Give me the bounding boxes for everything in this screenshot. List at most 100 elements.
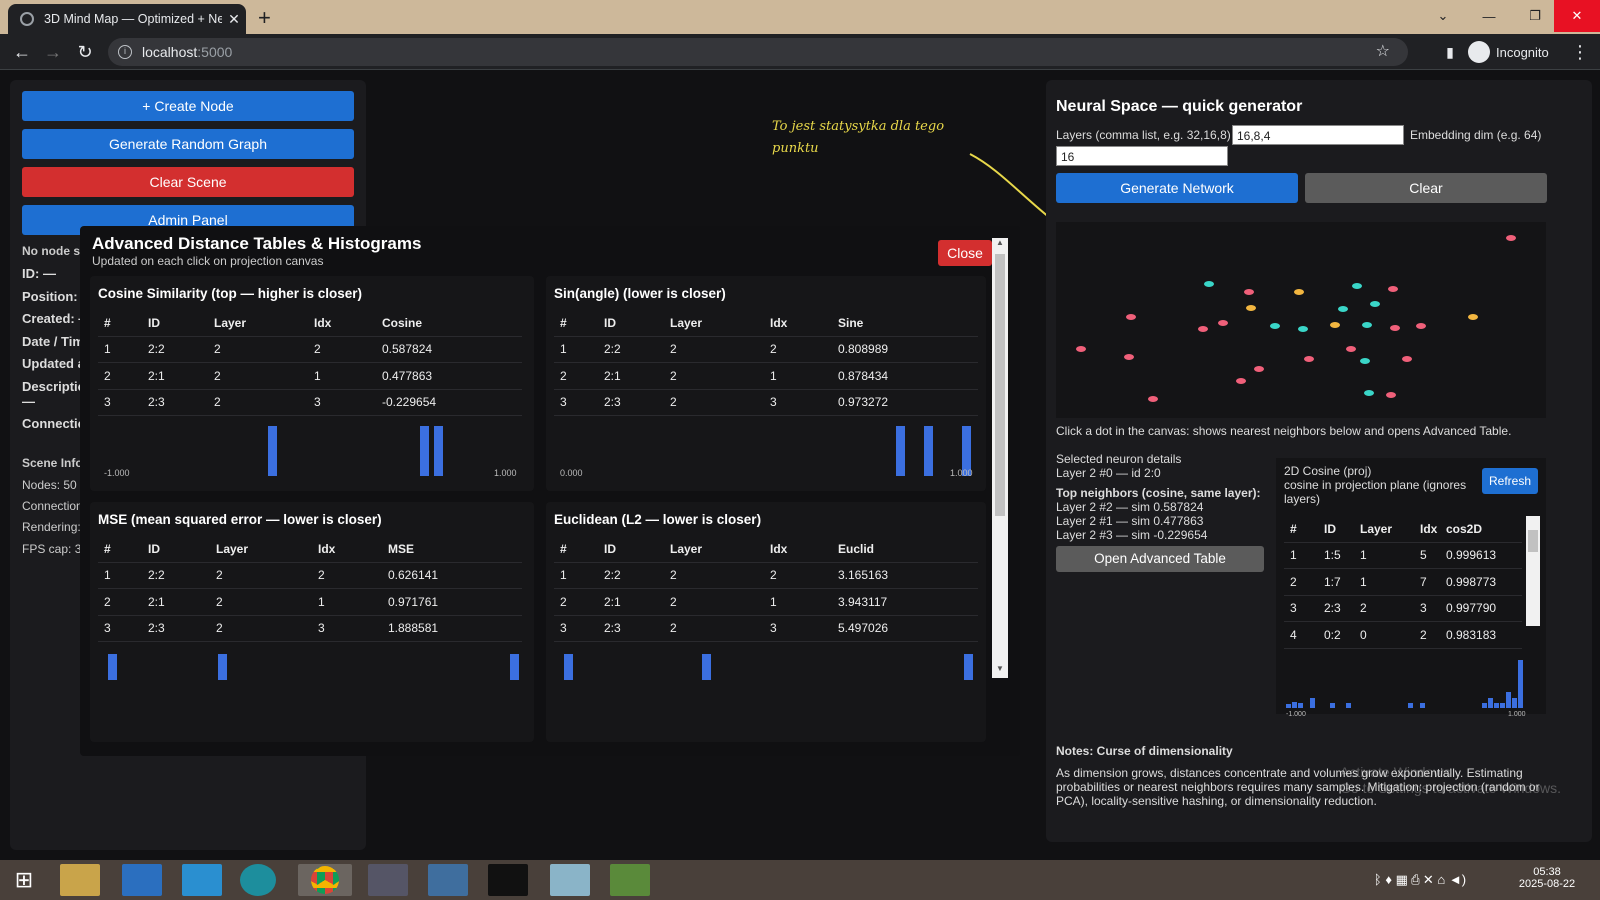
- new-tab-icon[interactable]: +: [258, 5, 271, 31]
- start-icon[interactable]: ⊞: [4, 864, 44, 896]
- search-app-icon[interactable]: [182, 864, 222, 896]
- table-row[interactable]: 2 1:7 1 7 0.998773: [1284, 568, 1522, 596]
- address-bar[interactable]: i localhost:5000 ☆: [108, 38, 1408, 66]
- side-panel-icon[interactable]: ▮: [1438, 40, 1462, 64]
- hist-bar: [564, 654, 573, 680]
- table-row[interactable]: 3 2:3 2 3 0.997790: [1284, 595, 1522, 622]
- table-row[interactable]: 3 2:3 2 3 1.888581: [98, 615, 522, 642]
- table-row[interactable]: 3 2:3 2 3 -0.229654: [98, 389, 522, 416]
- generate-network-button[interactable]: Generate Network: [1056, 173, 1298, 203]
- table-row[interactable]: 3 2:3 2 3 5.497026: [554, 615, 978, 642]
- neuron-dot[interactable]: [1304, 356, 1314, 362]
- table-row[interactable]: 2 2:1 2 1 0.971761: [98, 588, 522, 616]
- file-explorer-icon[interactable]: [60, 864, 100, 896]
- table-row[interactable]: 4 0:2 0 2 0.983183: [1284, 621, 1522, 649]
- neuron-dot[interactable]: [1298, 326, 1308, 332]
- reload-icon[interactable]: ↻: [73, 40, 97, 64]
- scroll-thumb[interactable]: [1528, 530, 1538, 552]
- terminal-icon[interactable]: [488, 864, 528, 896]
- neuron-dot[interactable]: [1244, 289, 1254, 295]
- neuron-dot[interactable]: [1270, 323, 1280, 329]
- mse-table: # ID Layer Idx MSE 1 2:2 2 2 0.626141 2 2:1 2 1…: [98, 536, 522, 642]
- back-icon[interactable]: ←: [10, 40, 34, 64]
- neuron-dot[interactable]: [1468, 314, 1478, 320]
- table-row[interactable]: 1 2:2 2 2 0.626141: [98, 562, 522, 589]
- neuron-dot[interactable]: [1126, 314, 1136, 320]
- neuron-dot[interactable]: [1218, 320, 1228, 326]
- layers-input[interactable]: 16,8,4: [1232, 125, 1404, 145]
- col-layer: Layer: [208, 310, 308, 337]
- neuron-dot[interactable]: [1362, 322, 1372, 328]
- col-idx: Idx: [308, 310, 376, 337]
- menu-icon[interactable]: ⋮: [1568, 40, 1592, 64]
- system-tray-icons[interactable]: ᛒ ♦ ▦ ⎙ ✕ ⌂ ◄): [1340, 872, 1500, 888]
- close-window-icon[interactable]: ✕: [1554, 0, 1600, 32]
- neuron-dot[interactable]: [1204, 281, 1214, 287]
- neuron-dot[interactable]: [1124, 354, 1134, 360]
- neuron-dot[interactable]: [1360, 358, 1370, 364]
- embedding-input[interactable]: 16: [1056, 146, 1228, 166]
- hist-bar: [1346, 703, 1351, 708]
- neuron-dot[interactable]: [1416, 323, 1426, 329]
- scroll-down-icon[interactable]: ▼: [992, 664, 1008, 678]
- neuron-dot[interactable]: [1246, 305, 1256, 311]
- python-icon[interactable]: [428, 864, 468, 896]
- scroll-thumb[interactable]: [995, 254, 1005, 516]
- network-tool-icon[interactable]: [368, 864, 408, 896]
- neuron-dot[interactable]: [1386, 392, 1396, 398]
- clear-scene-button[interactable]: Clear Scene: [22, 167, 354, 197]
- neuron-dot[interactable]: [1402, 356, 1412, 362]
- close-tab-icon[interactable]: ✕: [222, 11, 246, 28]
- random-graph-button[interactable]: Generate Random Graph: [22, 129, 354, 159]
- neuron-dot[interactable]: [1506, 235, 1516, 241]
- modal-close-button[interactable]: Close: [938, 240, 992, 266]
- neuron-dot[interactable]: [1364, 390, 1374, 396]
- neuron-dot[interactable]: [1236, 378, 1246, 384]
- scroll-up-icon[interactable]: ▲: [992, 238, 1008, 252]
- projection-canvas[interactable]: [1056, 222, 1546, 418]
- table-row[interactable]: 1 1:5 1 5 0.999613: [1284, 542, 1522, 569]
- table-row[interactable]: 1 2:2 2 2 0.587824: [98, 336, 522, 363]
- open-advanced-table-button[interactable]: Open Advanced Table: [1056, 546, 1264, 572]
- edge-icon[interactable]: [240, 864, 276, 896]
- clear-network-button[interactable]: Clear: [1305, 173, 1547, 203]
- restore-icon[interactable]: ❐: [1512, 0, 1558, 32]
- neuron-dot[interactable]: [1076, 346, 1086, 352]
- neuron-dot[interactable]: [1338, 306, 1348, 312]
- neuron-dot[interactable]: [1388, 286, 1398, 292]
- chrome-icon[interactable]: [298, 864, 352, 896]
- neuron-dot[interactable]: [1330, 322, 1340, 328]
- table-row[interactable]: 2 2:1 2 1 3.943117: [554, 588, 978, 616]
- table-row[interactable]: 2 2:1 2 1 0.878434: [554, 362, 978, 390]
- neuron-dot[interactable]: [1370, 301, 1380, 307]
- info-icon[interactable]: i: [118, 45, 132, 59]
- notepad-icon[interactable]: [550, 864, 590, 896]
- chevron-down-icon[interactable]: ⌄: [1420, 0, 1466, 32]
- neuron-dot[interactable]: [1198, 326, 1208, 332]
- table-row[interactable]: 2 2:1 2 1 0.477863: [98, 362, 522, 390]
- modal-scrollbar[interactable]: ▲ ▼: [992, 238, 1008, 678]
- table-row[interactable]: 1 2:2 2 2 0.808989: [554, 336, 978, 363]
- incognito-profile[interactable]: Incognito: [1468, 38, 1549, 66]
- forward-icon[interactable]: →: [41, 40, 65, 64]
- node-description-value: —: [22, 394, 35, 409]
- neuron-dot[interactable]: [1254, 366, 1264, 372]
- neuron-dot[interactable]: [1390, 325, 1400, 331]
- browser-tab[interactable]: 3D Mind Map — Optimized + Ne ✕: [8, 4, 246, 34]
- col-id: ID: [142, 536, 210, 563]
- create-node-button[interactable]: + Create Node: [22, 91, 354, 121]
- cos2d-scrollbar[interactable]: [1526, 516, 1540, 626]
- refresh-button[interactable]: Refresh: [1482, 468, 1538, 494]
- star-icon[interactable]: ☆: [1376, 38, 1390, 66]
- clock[interactable]: 05:38 2025-08-22: [1512, 866, 1582, 890]
- neuron-dot[interactable]: [1148, 396, 1158, 402]
- minimize-icon[interactable]: —: [1466, 0, 1512, 32]
- table-row[interactable]: 3 2:3 2 3 0.973272: [554, 389, 978, 416]
- neuron-dot[interactable]: [1294, 289, 1304, 295]
- neuron-dot[interactable]: [1352, 283, 1362, 289]
- app-icon[interactable]: [122, 864, 162, 896]
- neuron-dot[interactable]: [1346, 346, 1356, 352]
- hist-bar: [1488, 698, 1493, 708]
- table-row[interactable]: 1 2:2 2 2 3.165163: [554, 562, 978, 589]
- paint-icon[interactable]: [610, 864, 650, 896]
